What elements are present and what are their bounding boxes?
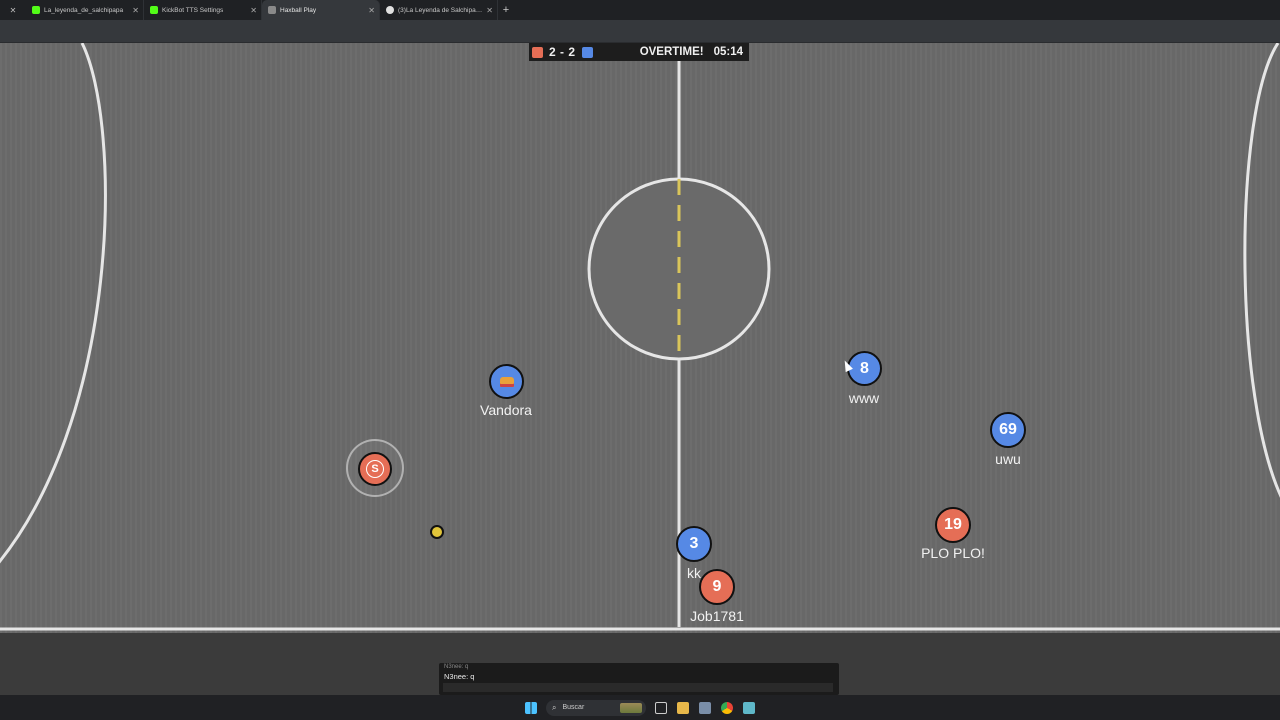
- player-disc-plo: 19: [935, 507, 971, 543]
- score: 2 - 2: [549, 45, 576, 59]
- os-taskbar: ⌕ Buscar: [0, 695, 1280, 720]
- tab-title: Haxball Play: [280, 6, 317, 14]
- tab-close-icon[interactable]: ✕: [368, 6, 375, 15]
- tiktok-favicon-icon: [386, 6, 394, 14]
- tab-tiktok-leyenda[interactable]: (3)La Leyenda de Salchipapa (£ ✕: [380, 0, 498, 20]
- file-explorer-icon[interactable]: [677, 701, 689, 714]
- snipping-tool-icon[interactable]: [699, 701, 711, 714]
- search-icon: ⌕: [552, 702, 557, 712]
- red-team-icon: [532, 46, 543, 58]
- player-avatar: S: [366, 460, 384, 478]
- chat-message: N3nee: q: [444, 672, 475, 681]
- player-disc-self: S: [358, 452, 392, 486]
- notepad-icon[interactable]: [743, 701, 755, 714]
- task-view-icon[interactable]: [655, 701, 667, 714]
- left-penalty-arc: [0, 43, 107, 564]
- player-avatar: 8: [860, 359, 869, 377]
- player-avatar: 19: [944, 516, 962, 533]
- tab-close-icon[interactable]: ✕: [250, 6, 257, 15]
- kick-favicon-icon: [32, 6, 40, 14]
- page-favicon-icon: [268, 6, 276, 14]
- player-name: uwu: [995, 451, 1021, 467]
- landscape-widget-icon: [620, 702, 642, 713]
- player-avatar: 69: [999, 421, 1017, 438]
- crown-icon: [499, 376, 514, 387]
- tab-haxball-play[interactable]: Haxball Play ✕: [262, 0, 380, 20]
- chat-box: N3nee: q N3nee: q: [439, 663, 839, 695]
- windows-icon[interactable]: [525, 701, 537, 714]
- kick-favicon-icon: [150, 6, 158, 14]
- field-lines: [0, 43, 1280, 631]
- tab-title: (3)La Leyenda de Salchipapa (£: [398, 6, 483, 14]
- tab-title: La_leyenda_de_salchipapa: [44, 6, 124, 14]
- player-name: Job1781: [690, 608, 744, 624]
- player-avatar: 9: [712, 578, 722, 595]
- player-name: kk: [687, 565, 701, 581]
- chrome-icon[interactable]: [721, 701, 733, 714]
- tab-title: KickBot TTS Settings: [162, 6, 224, 14]
- browser-toolbar: [0, 20, 1280, 43]
- tab-la-leyenda[interactable]: La_leyenda_de_salchipapa ✕: [26, 0, 144, 20]
- player-disc-job: 9: [699, 569, 735, 605]
- scoreboard: 2 - 2 OVERTIME! 05:14: [529, 43, 749, 61]
- tab-kickbot-tts[interactable]: KickBot TTS Settings ✕: [144, 0, 262, 20]
- chat-message: N3nee: q: [444, 664, 469, 670]
- browser-tab-strip: ✕ La_leyenda_de_salchipapa ✕ KickBot TTS…: [0, 0, 1280, 20]
- close-icon[interactable]: ✕: [0, 0, 26, 20]
- blue-team-icon: [581, 46, 593, 58]
- player-disc-vandora: [489, 364, 524, 399]
- taskbar-search[interactable]: ⌕ Buscar: [546, 699, 646, 716]
- player-disc-kk: 3: [676, 526, 712, 562]
- plus-icon[interactable]: +: [498, 0, 514, 20]
- ball: [430, 525, 444, 539]
- player-name: Vandora: [480, 402, 532, 418]
- tab-close-icon[interactable]: ✕: [486, 6, 493, 15]
- player-name: PLO PLO!: [921, 545, 985, 561]
- match-timer: 05:14: [713, 46, 743, 58]
- search-label: Buscar: [562, 704, 585, 711]
- tab-close-icon[interactable]: ✕: [132, 6, 139, 15]
- player-name: www: [848, 390, 880, 406]
- player-disc-uwu: 69: [990, 412, 1026, 448]
- game-field[interactable]: [0, 43, 1280, 633]
- chat-input[interactable]: [443, 683, 833, 692]
- player-avatar: 3: [689, 535, 699, 552]
- right-penalty-arc: [1243, 43, 1280, 498]
- match-status: OVERTIME!: [639, 46, 704, 58]
